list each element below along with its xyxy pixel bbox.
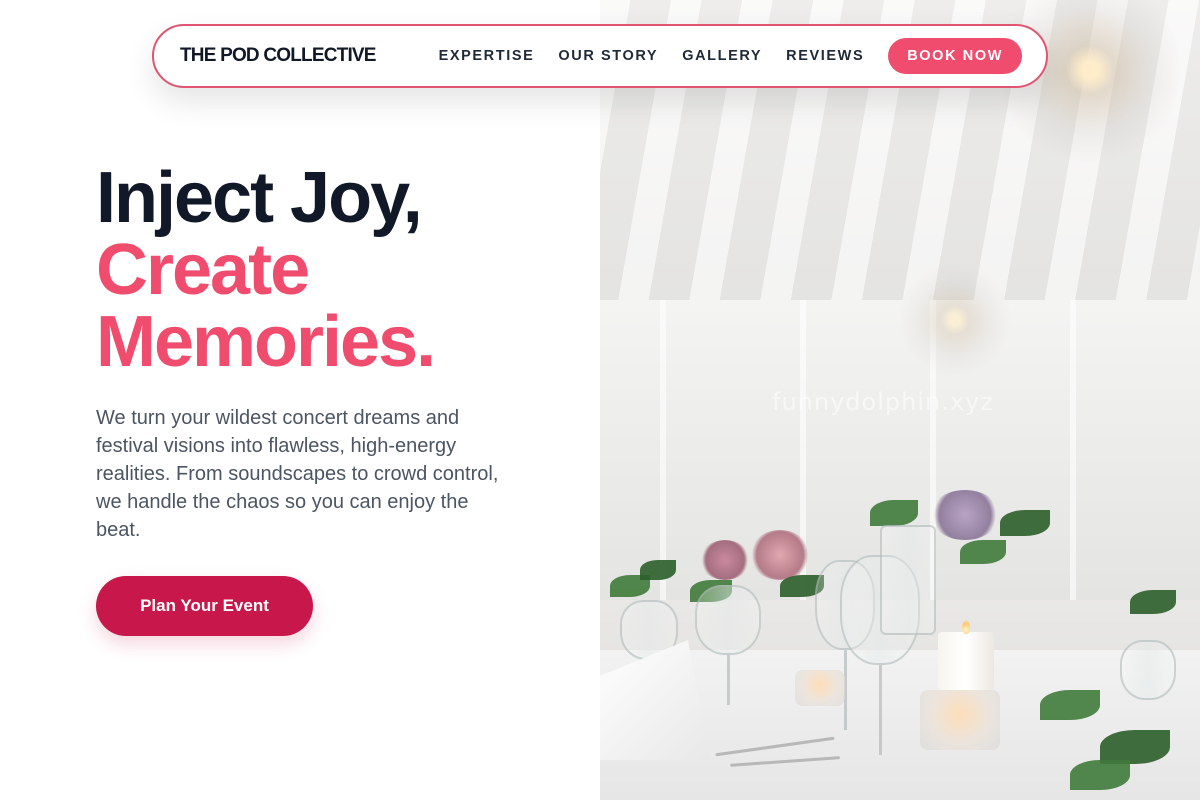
- glass-stem: [727, 655, 730, 705]
- hero-description: We turn your wildest concert dreams and …: [96, 407, 499, 541]
- headline-line-3: Memories.: [96, 302, 436, 382]
- flower-icon: [700, 540, 750, 580]
- headline-line-1: Inject Joy,: [96, 158, 423, 238]
- book-now-button[interactable]: BOOK NOW: [888, 38, 1022, 74]
- nav-link-gallery[interactable]: GALLERY: [682, 48, 762, 64]
- water-glass-icon: [880, 525, 936, 635]
- flower-icon: [750, 530, 810, 580]
- leaf-icon: [1070, 760, 1130, 790]
- flame-icon: [962, 620, 970, 634]
- nav-links: EXPERTISE OUR STORY GALLERY REVIEWS BOOK…: [439, 38, 1022, 74]
- plan-your-event-button[interactable]: Plan Your Event: [96, 576, 313, 636]
- brand-logo[interactable]: THE POD COLLECTIVE: [180, 45, 376, 67]
- leaf-icon: [640, 560, 676, 580]
- nav-link-reviews[interactable]: REVIEWS: [786, 48, 864, 64]
- leaf-icon: [960, 540, 1006, 564]
- leaf-icon: [1100, 730, 1170, 764]
- glass-stem: [879, 665, 882, 755]
- nav-link-our-story[interactable]: OUR STORY: [558, 48, 658, 64]
- wine-glass-icon: [1120, 640, 1176, 700]
- leaf-icon: [1130, 590, 1176, 614]
- leaf-icon: [1040, 690, 1100, 720]
- votive-icon: [920, 690, 1000, 750]
- leaf-icon: [1000, 510, 1050, 536]
- chandelier-icon: [900, 260, 1010, 380]
- hero-headline: Inject Joy, Create Memories.: [96, 158, 436, 382]
- watermark: funnydolphin.xyz: [772, 388, 994, 416]
- nav-link-expertise[interactable]: EXPERTISE: [439, 48, 535, 64]
- leaf-icon: [870, 500, 918, 526]
- wine-glass-icon: [695, 585, 761, 655]
- navbar: THE POD COLLECTIVE EXPERTISE OUR STORY G…: [152, 24, 1048, 88]
- headline-line-2: Create: [96, 230, 310, 310]
- flower-icon: [930, 490, 1000, 540]
- votive-icon: [795, 670, 845, 706]
- candle-icon: [938, 632, 994, 690]
